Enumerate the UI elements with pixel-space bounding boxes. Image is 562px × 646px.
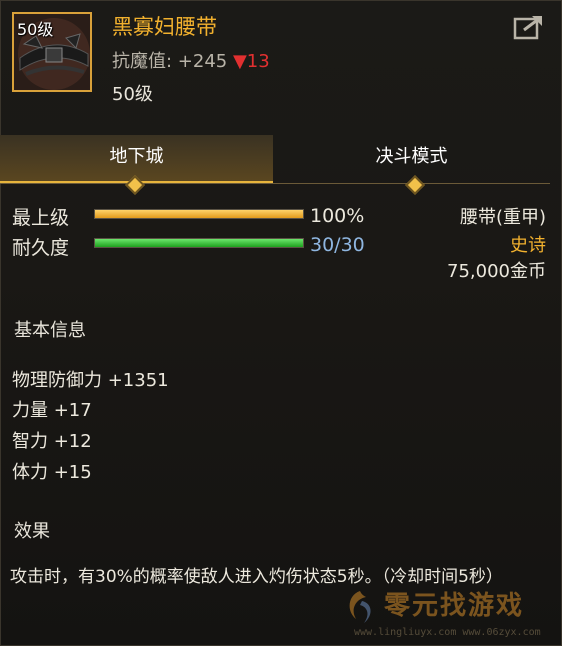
item-icon: 50级 xyxy=(12,12,92,92)
tab-duel[interactable]: 决斗模式 xyxy=(275,135,548,183)
durability-bar xyxy=(94,238,304,248)
resist-line: 抗魔值: +245 ▼13 xyxy=(112,47,270,73)
item-price: 75,000金币 xyxy=(447,261,546,282)
durability-label: 耐久度 xyxy=(12,237,70,259)
resist-change: ▼13 xyxy=(232,51,270,72)
max-level-label: 最上级 xyxy=(12,207,70,229)
item-rarity: 史诗 xyxy=(510,235,546,256)
item-name: 黑寡妇腰带 xyxy=(112,15,217,39)
attr-line: 物理防御力 +1351 xyxy=(12,370,169,391)
attr-line: 力量 +17 xyxy=(12,400,92,421)
required-level: 50级 xyxy=(112,84,153,105)
watermark-title: 零元找游戏 xyxy=(384,591,525,621)
item-type: 腰带(重甲) xyxy=(459,207,546,228)
resist-value: 抗魔值: +245 xyxy=(112,51,228,72)
max-level-value: 100% xyxy=(310,205,365,227)
watermark-url: www.lingliuyx.com www.06zyx.com xyxy=(354,627,541,638)
basic-info-title: 基本信息 xyxy=(14,320,86,341)
site-watermark: 零元找游戏 www.lingliuyx.com www.06zyx.com xyxy=(340,585,560,643)
share-button[interactable] xyxy=(512,12,546,42)
attr-line: 智力 +12 xyxy=(12,431,92,452)
share-icon xyxy=(513,16,542,40)
max-level-bar xyxy=(94,209,304,219)
item-level-badge: 50级 xyxy=(17,20,54,39)
attr-line: 体力 +15 xyxy=(12,462,92,483)
watermark-logo-icon xyxy=(349,591,371,623)
effect-title: 效果 xyxy=(14,521,50,542)
durability-value: 30/30 xyxy=(310,234,365,256)
mode-tabs: 地下城 决斗模式 xyxy=(0,135,550,184)
durability-bar-fill xyxy=(95,239,303,247)
max-level-bar-fill xyxy=(95,210,303,218)
